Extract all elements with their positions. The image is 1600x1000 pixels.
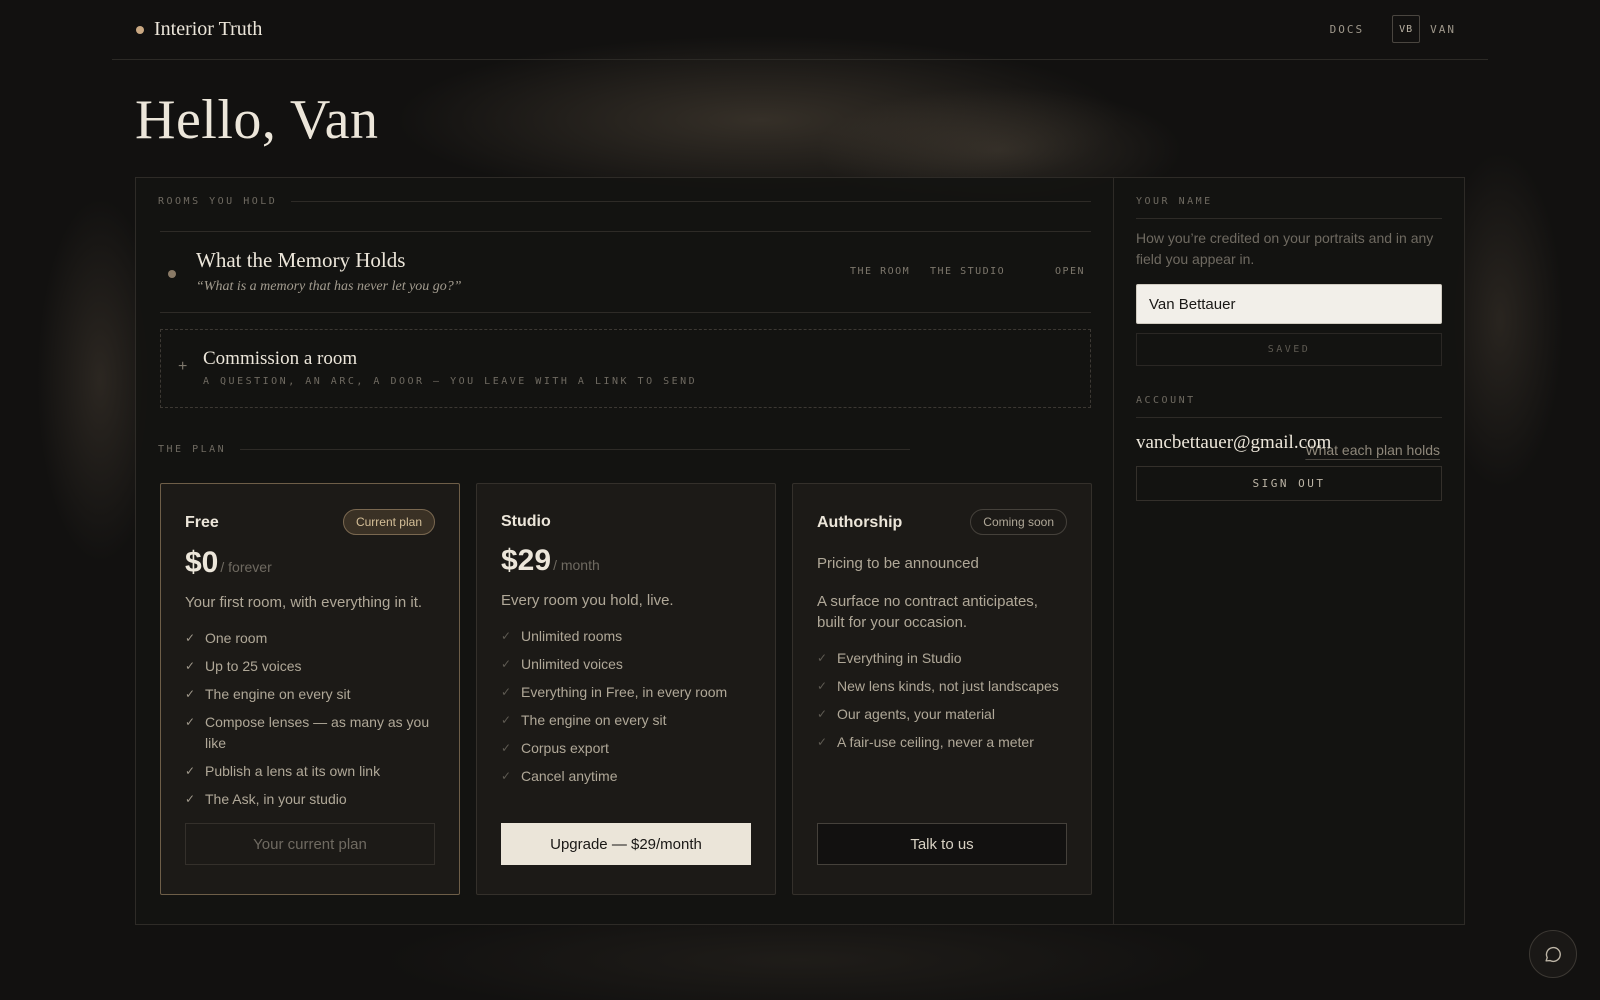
- feature-item: ✓ A fair-use ceiling, never a meter: [817, 732, 1069, 753]
- plan-description: A surface no contract anticipates, built…: [817, 593, 1038, 631]
- check-icon: ✓: [185, 764, 196, 778]
- plan-price: $29 / month: [501, 544, 600, 578]
- check-icon: ✓: [501, 657, 512, 671]
- price-period: / month: [553, 557, 600, 573]
- price-note: Pricing to be announced: [817, 555, 979, 572]
- name-help-text: How you’re credited on your portraits an…: [1136, 230, 1434, 267]
- plan-card-free: Free Current plan $0 / forever Your firs…: [160, 483, 460, 895]
- your-name-label: YOUR NAME: [1136, 196, 1213, 207]
- check-icon: ✓: [501, 685, 512, 699]
- feature-item: ✓ Unlimited voices: [501, 654, 753, 675]
- user-menu-label[interactable]: VAN: [1430, 23, 1456, 36]
- name-input[interactable]: [1136, 284, 1442, 324]
- brand-name: Interior Truth: [154, 18, 263, 40]
- feature-list: ✓ One room ✓ Up to 25 voices ✓ The engine o…: [185, 628, 437, 817]
- current-plan-button: Your current plan: [185, 823, 435, 865]
- page-title: Hello, Van: [135, 89, 379, 151]
- top-bar: Interior Truth DOCS VB VAN: [112, 0, 1488, 60]
- price-amount: $0: [185, 546, 219, 579]
- account-email: vancbettauer@gmail.com: [1136, 432, 1332, 453]
- plan-card-studio: Studio $29 / month Every room you hold, …: [476, 483, 776, 895]
- divider: [291, 201, 1091, 202]
- talk-to-us-button[interactable]: Talk to us: [817, 823, 1067, 865]
- plan-description: Every room you hold, live.: [501, 592, 674, 609]
- plan-header: THE PLAN: [158, 444, 910, 455]
- price-amount: $29: [501, 544, 552, 577]
- room-meta-open[interactable]: OPEN: [1055, 266, 1085, 277]
- feature-list: ✓ Everything in Studio ✓ New lens kinds, n…: [817, 648, 1069, 760]
- check-icon: ✓: [817, 707, 828, 721]
- feature-item: ✓ New lens kinds, not just landscapes: [817, 676, 1069, 697]
- plan-section-label: THE PLAN: [158, 444, 227, 455]
- room-meta-room[interactable]: THE ROOM: [850, 266, 910, 277]
- feature-item: ✓ The Ask, in your studio: [185, 789, 437, 810]
- feature-item: ✓ One room: [185, 628, 437, 649]
- divider: [1136, 417, 1442, 418]
- coming-soon-badge: Coming soon: [970, 509, 1067, 535]
- plan-name: Authorship: [817, 514, 903, 531]
- feature-item: ✓ The engine on every sit: [185, 684, 437, 705]
- check-icon: ✓: [817, 735, 828, 749]
- feature-item: ✓ Everything in Studio: [817, 648, 1069, 669]
- avatar[interactable]: VB: [1392, 15, 1421, 43]
- price-period: / forever: [220, 559, 272, 575]
- top-nav: DOCS VB VAN: [1330, 15, 1456, 43]
- feature-list: ✓ Unlimited rooms ✓ Unlimited voices ✓ Ever…: [501, 626, 753, 794]
- check-icon: ✓: [185, 631, 196, 645]
- room-status-dot-icon: [168, 270, 176, 278]
- feature-item: ✓ Our agents, your material: [817, 704, 1069, 725]
- commission-title: Commission a room: [203, 348, 358, 369]
- room-title: What the Memory Holds: [196, 248, 406, 272]
- feature-item: ✓ Everything in Free, in every room: [501, 682, 753, 703]
- check-icon: ✓: [185, 687, 196, 701]
- brand[interactable]: Interior Truth: [136, 18, 262, 41]
- feature-item: ✓ The engine on every sit: [501, 710, 753, 731]
- feature-item: ✓ Cancel anytime: [501, 766, 753, 787]
- plan-name: Free: [185, 514, 219, 531]
- rooms-section-label: ROOMS YOU HOLD: [158, 196, 278, 207]
- feature-item: ✓ Publish a lens at its own link: [185, 761, 437, 782]
- check-icon: ✓: [185, 792, 196, 806]
- room-item[interactable]: What the Memory Holds “What is a memory …: [160, 231, 1091, 313]
- check-icon: ✓: [817, 679, 828, 693]
- upgrade-button[interactable]: Upgrade — $29/month: [501, 823, 751, 865]
- feature-item: ✓ Compose lenses — as many as you like: [185, 714, 430, 751]
- sign-out-button[interactable]: SIGN OUT: [1136, 466, 1442, 501]
- feature-item: ✓ Corpus export: [501, 738, 753, 759]
- docs-link[interactable]: DOCS: [1330, 23, 1365, 36]
- brand-dot-icon: [136, 25, 144, 34]
- plus-icon: +: [178, 358, 188, 375]
- current-plan-badge: Current plan: [342, 509, 435, 535]
- room-meta-studio[interactable]: THE STUDIO: [930, 266, 1005, 277]
- commission-subtitle: A QUESTION, AN ARC, A DOOR — YOU LEAVE W…: [203, 376, 698, 387]
- divider: [240, 449, 910, 450]
- plan-card-authorship: Authorship Coming soon Pricing to be ann…: [792, 483, 1092, 895]
- divider: [1136, 218, 1442, 219]
- check-icon: ✓: [185, 659, 196, 673]
- plan-description: Your first room, with everything in it.: [185, 594, 423, 611]
- commission-room-button[interactable]: + Commission a room A QUESTION, AN ARC, …: [160, 329, 1091, 408]
- rooms-header: ROOMS YOU HOLD: [158, 196, 1091, 207]
- plan-price: $0 / forever: [185, 546, 272, 580]
- room-quote: “What is a memory that has never let you…: [196, 279, 462, 294]
- check-icon: ✓: [501, 741, 512, 755]
- check-icon: ✓: [501, 629, 512, 643]
- check-icon: ✓: [501, 713, 512, 727]
- plan-name: Studio: [501, 513, 551, 530]
- check-icon: ✓: [501, 769, 512, 783]
- chat-button[interactable]: [1529, 930, 1577, 978]
- feature-item: ✓ Unlimited rooms: [501, 626, 753, 647]
- feature-item: ✓ Up to 25 voices: [185, 656, 437, 677]
- main-panel: ROOMS YOU HOLD What the Memory Holds “Wh…: [135, 177, 1465, 925]
- check-icon: ✓: [185, 715, 196, 729]
- check-icon: ✓: [817, 651, 828, 665]
- panel-divider: [1113, 178, 1114, 924]
- account-label: ACCOUNT: [1136, 395, 1196, 406]
- chat-bubble-icon: [1545, 946, 1561, 962]
- saved-status: SAVED: [1136, 333, 1442, 366]
